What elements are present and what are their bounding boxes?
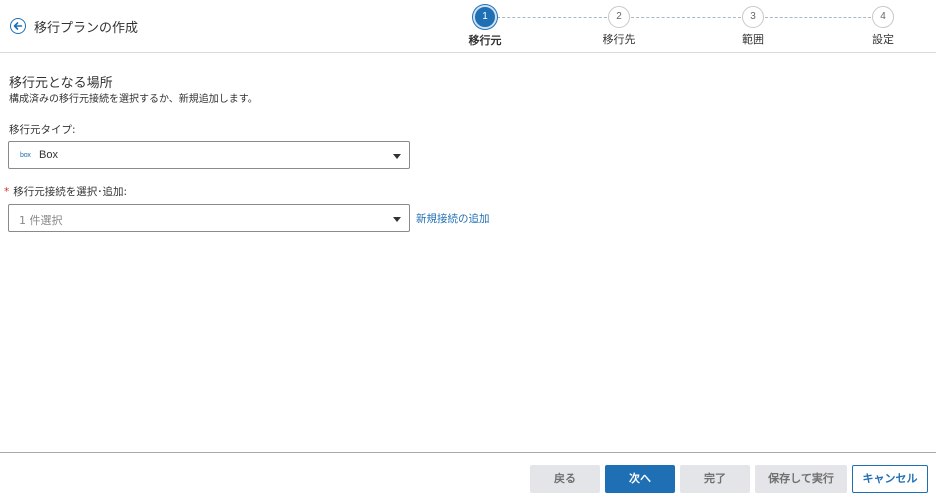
step-destination[interactable]: 2 移行先 (589, 6, 649, 47)
back-button[interactable]: 戻る (530, 465, 600, 493)
stepper: 1 移行元 2 移行先 3 範囲 4 設定 (0, 0, 936, 53)
step-source[interactable]: 1 移行元 (455, 5, 515, 48)
add-connection-link[interactable]: 新規接続の追加 (416, 211, 490, 226)
step-label: 範囲 (742, 33, 764, 46)
connection-label: * 移行元接続を選択･追加: (4, 184, 127, 199)
caret-down-icon (393, 154, 401, 159)
connection-select[interactable]: 1 件選択 (8, 204, 410, 232)
step-number: 4 (872, 6, 894, 28)
finish-button[interactable]: 完了 (680, 465, 750, 493)
page-header: 移行プランの作成 1 移行元 2 移行先 3 範囲 4 設定 (0, 0, 936, 53)
cancel-button[interactable]: キャンセル (852, 465, 928, 493)
step-label: 設定 (872, 33, 894, 46)
step-settings[interactable]: 4 設定 (853, 6, 913, 47)
step-number: 1 (473, 5, 497, 29)
source-type-select[interactable]: box Box (8, 141, 410, 169)
save-and-run-button[interactable]: 保存して実行 (755, 465, 847, 493)
connection-placeholder: 1 件選択 (19, 214, 63, 227)
source-type-label: 移行元タイプ: (9, 124, 76, 136)
section-description: 構成済みの移行元接続を選択するか、新規追加します。 (9, 94, 258, 105)
connection-label-text: 移行元接続を選択･追加: (13, 186, 128, 198)
required-marker: * (4, 186, 10, 198)
step-label: 移行元 (468, 34, 502, 47)
source-type-value: Box (39, 149, 58, 161)
box-logo-icon: box (20, 152, 31, 159)
step-scope[interactable]: 3 範囲 (723, 6, 783, 47)
caret-down-icon (393, 217, 401, 222)
section-title: 移行元となる場所 (9, 76, 113, 91)
step-number: 3 (742, 6, 764, 28)
footer-bar: 戻る 次へ 完了 保存して実行 キャンセル (0, 452, 936, 495)
step-label: 移行先 (602, 33, 636, 46)
step-number: 2 (608, 6, 630, 28)
next-button[interactable]: 次へ (605, 465, 675, 493)
